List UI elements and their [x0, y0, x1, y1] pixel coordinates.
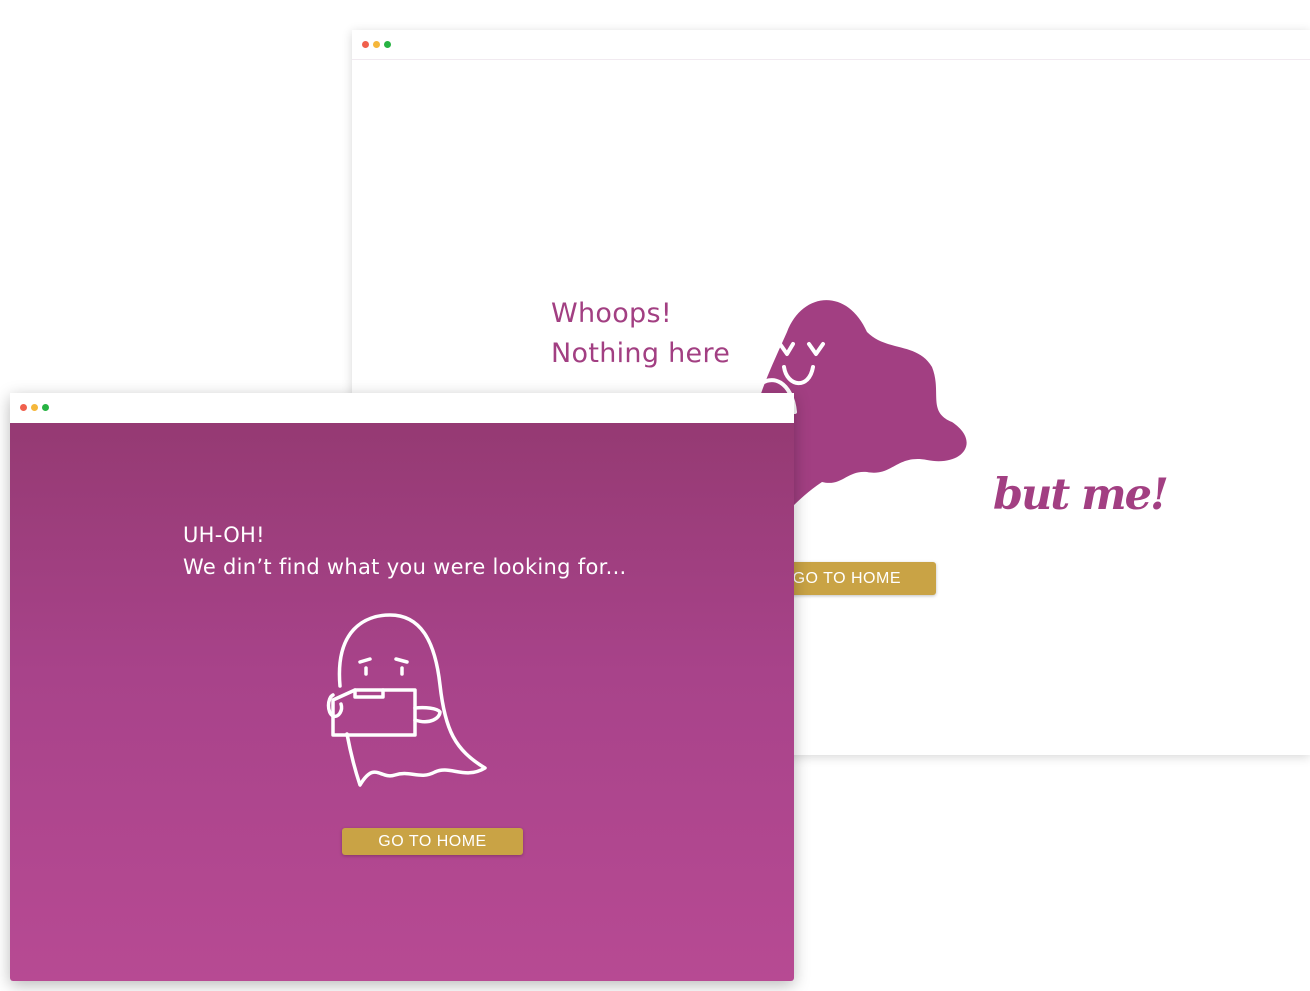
front-go-to-home-button[interactable]: GO TO HOME	[342, 828, 523, 855]
back-heading-line1: Whoops!	[551, 298, 672, 329]
minimize-dot-icon[interactable]	[31, 404, 38, 411]
ghost-holding-box-illustration-icon	[326, 613, 487, 787]
front-heading-line1: UH-OH!	[183, 523, 265, 547]
back-heading: Whoops! Nothing here	[551, 294, 730, 374]
minimize-dot-icon[interactable]	[373, 41, 380, 48]
back-tagline: but me!	[993, 470, 1169, 520]
maximize-dot-icon[interactable]	[384, 41, 391, 48]
back-window-titlebar	[352, 30, 1310, 60]
front-browser-window: UH-OH! We din’t find what you were looki…	[10, 393, 794, 981]
front-heading: UH-OH! We din’t find what you were looki…	[183, 519, 627, 583]
close-dot-icon[interactable]	[20, 404, 27, 411]
front-page-content: UH-OH! We din’t find what you were looki…	[10, 423, 794, 981]
close-dot-icon[interactable]	[362, 41, 369, 48]
maximize-dot-icon[interactable]	[42, 404, 49, 411]
front-window-titlebar	[10, 393, 794, 422]
front-heading-line2: We din’t find what you were looking for.…	[183, 555, 627, 579]
back-heading-line2: Nothing here	[551, 338, 731, 369]
